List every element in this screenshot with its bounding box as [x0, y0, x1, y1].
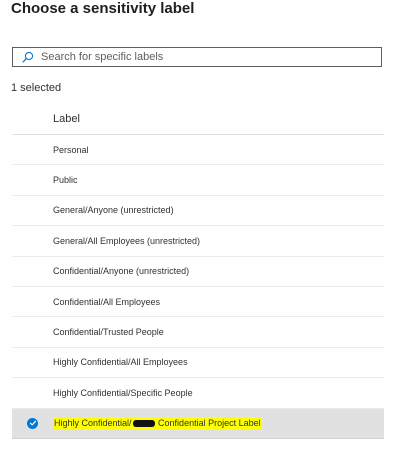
page-title: Choose a sensitivity label: [11, 0, 195, 17]
row-check-cell[interactable]: [12, 165, 53, 194]
row-label-prefix: Highly Confidential/: [54, 418, 132, 429]
row-check-cell[interactable]: [12, 257, 53, 286]
sensitivity-label-panel: Choose a sensitivity label 1 selected La…: [0, 0, 400, 452]
row-check-cell[interactable]: [12, 409, 53, 438]
table-row[interactable]: Confidential/Anyone (unrestricted): [12, 257, 384, 287]
row-check-cell[interactable]: [12, 135, 53, 164]
row-label-suffix: Confidential Project Label: [155, 418, 261, 429]
table-row[interactable]: Personal: [12, 135, 384, 166]
row-label: Highly Confidential/Specific People: [53, 387, 193, 398]
search-input[interactable]: [41, 49, 381, 65]
row-label: Highly Confidential/All Employees: [53, 357, 188, 368]
table-row[interactable]: Highly Confidential/Specific People: [12, 378, 384, 409]
selected-count: 1 selected: [11, 82, 62, 94]
row-check-cell[interactable]: [12, 287, 53, 316]
row-label: Confidential/Trusted People: [53, 327, 164, 338]
label-table: Label Personal Public General/Anyone (un…: [12, 103, 384, 439]
search-box[interactable]: [12, 47, 382, 67]
row-check-cell[interactable]: [12, 348, 53, 377]
table-row[interactable]: Confidential/All Employees: [12, 287, 384, 318]
row-check-cell[interactable]: [12, 378, 53, 407]
column-header-label: Label: [53, 112, 80, 125]
table-row-selected[interactable]: Highly Confidential/ Confidential Projec…: [12, 408, 384, 439]
row-label: Confidential/All Employees: [53, 296, 161, 307]
row-label: Highly Confidential/ Confidential Projec…: [53, 417, 262, 430]
row-label: Public: [53, 175, 78, 186]
row-check-cell[interactable]: [12, 226, 53, 255]
row-label: Personal: [53, 144, 89, 155]
table-row[interactable]: Highly Confidential/All Employees: [12, 348, 384, 379]
search-icon: [21, 50, 35, 64]
checkmark-icon[interactable]: [27, 417, 38, 429]
row-label: General/All Employees (unrestricted): [53, 235, 201, 246]
redaction-mark: [132, 420, 155, 428]
row-label: Confidential/Anyone (unrestricted): [53, 266, 190, 277]
table-row[interactable]: Confidential/Trusted People: [12, 317, 384, 348]
table-row[interactable]: General/Anyone (unrestricted): [12, 196, 384, 227]
table-row[interactable]: Public: [12, 165, 384, 196]
table-row[interactable]: General/All Employees (unrestricted): [12, 226, 384, 257]
row-check-cell[interactable]: [12, 317, 53, 346]
row-check-cell[interactable]: [12, 196, 53, 225]
row-label: General/Anyone (unrestricted): [53, 205, 174, 216]
table-header: Label: [12, 103, 384, 135]
